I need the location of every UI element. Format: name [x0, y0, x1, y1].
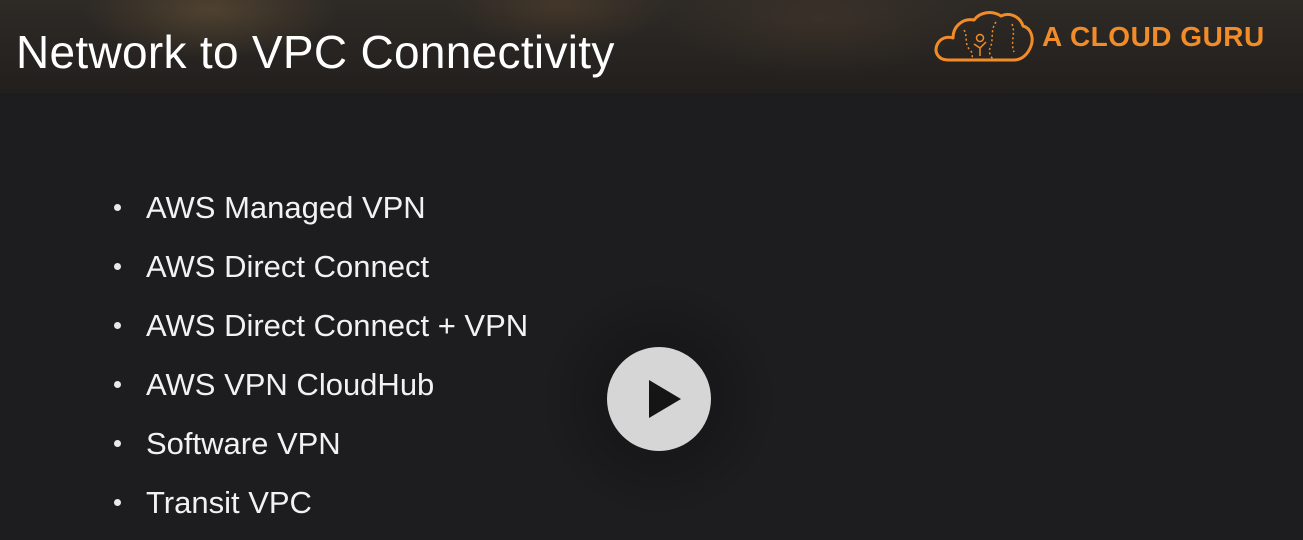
- slide-header: Network to VPC Connectivity A CLOUD GURU: [0, 0, 1303, 93]
- play-button[interactable]: [607, 347, 711, 451]
- bullet-dot: [114, 381, 121, 388]
- bullet-text: AWS Managed VPN: [146, 190, 426, 225]
- bullet-text: AWS Direct Connect: [146, 249, 430, 284]
- video-slide: Network to VPC Connectivity A CLOUD GURU…: [0, 0, 1303, 540]
- bullet-text: AWS Direct Connect + VPN: [146, 308, 529, 343]
- bullet-dot: [114, 204, 121, 211]
- bullet-text: Transit VPC: [146, 485, 312, 520]
- bullet-dot: [114, 440, 121, 447]
- bullet-text: AWS VPN CloudHub: [146, 367, 435, 402]
- bullet-dot: [114, 263, 121, 270]
- cloud-icon: [934, 11, 1034, 62]
- play-icon: [649, 380, 681, 418]
- bullet-dot: [114, 499, 121, 506]
- logo-text: A CLOUD GURU: [1042, 21, 1265, 52]
- bullet-text: Software VPN: [146, 426, 341, 461]
- bullet-dot: [114, 322, 121, 329]
- a-cloud-guru-logo: A CLOUD GURU: [934, 8, 1294, 68]
- slide-title: Network to VPC Connectivity: [16, 26, 615, 78]
